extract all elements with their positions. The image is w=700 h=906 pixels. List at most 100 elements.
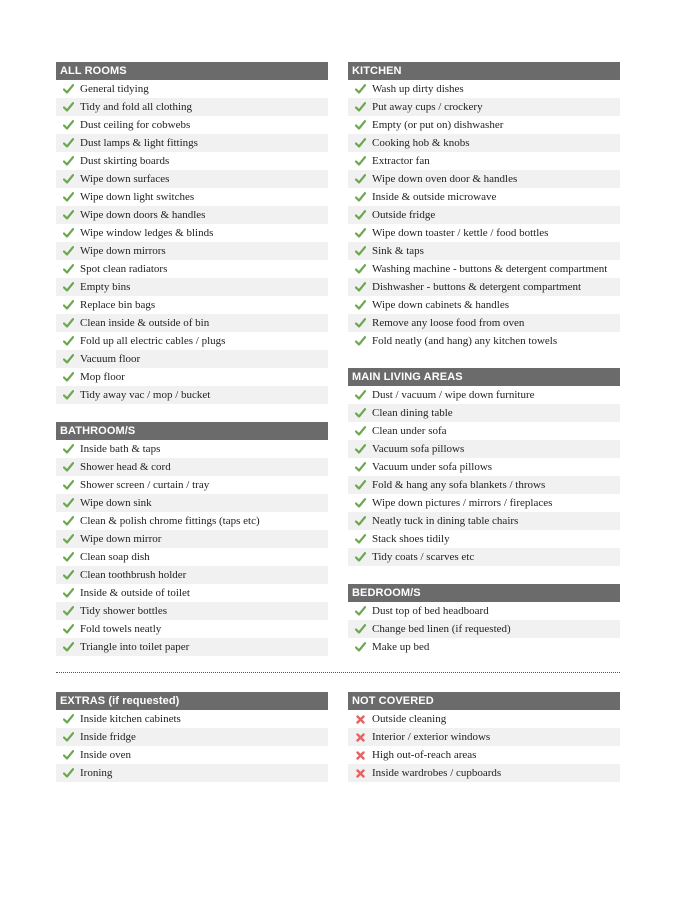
item-label: Wipe down surfaces <box>80 173 170 185</box>
list-item: Empty bins <box>56 278 328 296</box>
checkmark-icon <box>56 300 80 310</box>
list-item: Fold neatly (and hang) any kitchen towel… <box>348 332 620 350</box>
checkmark-icon <box>56 714 80 724</box>
list-item: Inside oven <box>56 746 328 764</box>
list-item: Wipe down light switches <box>56 188 328 206</box>
checkmark-icon <box>56 228 80 238</box>
section-not-covered: NOT COVERED Outside cleaning Interior / ex… <box>348 692 620 782</box>
section-bathroom-s: BATHROOM/S Inside bath & taps Shower head … <box>56 422 328 656</box>
left-column: ALL ROOMS General tidying Tidy and fold al… <box>56 62 328 674</box>
checkmark-icon <box>348 606 372 616</box>
list-item: Extractor fan <box>348 152 620 170</box>
checkmark-icon <box>348 84 372 94</box>
checkmark-icon <box>348 426 372 436</box>
item-label: Interior / exterior windows <box>372 731 491 743</box>
item-label: Wash up dirty dishes <box>372 83 464 95</box>
list-item: Vacuum sofa pillows <box>348 440 620 458</box>
checkmark-icon <box>56 462 80 472</box>
item-label: Dust / vacuum / wipe down furniture <box>372 389 535 401</box>
item-label: Wipe down mirrors <box>80 245 166 257</box>
item-label: Extractor fan <box>372 155 430 167</box>
list-item: Wipe down mirror <box>56 530 328 548</box>
checkmark-icon <box>348 480 372 490</box>
checkmark-icon <box>56 768 80 778</box>
list-item: Sink & taps <box>348 242 620 260</box>
checkmark-icon <box>348 318 372 328</box>
item-label: Wipe down pictures / mirrors / fireplace… <box>372 497 553 509</box>
bottom-left-column: EXTRAS (if requested) Inside kitchen cabi… <box>56 692 328 800</box>
list-item: Inside bath & taps <box>56 440 328 458</box>
checkmark-icon <box>348 516 372 526</box>
checkmark-icon <box>56 552 80 562</box>
item-label: Tidy shower bottles <box>80 605 167 617</box>
item-label: Tidy and fold all clothing <box>80 101 193 113</box>
checkmark-icon <box>348 174 372 184</box>
cross-icon <box>348 732 372 742</box>
checkmark-icon <box>56 120 80 130</box>
list-item: Spot clean radiators <box>56 260 328 278</box>
list-item: Washing machine - buttons & detergent co… <box>348 260 620 278</box>
section-header: ALL ROOMS <box>56 62 328 80</box>
item-label: Clean & polish chrome fittings (taps etc… <box>80 515 260 527</box>
section-bedroom-s: BEDROOM/S Dust top of bed headboard Change… <box>348 584 620 656</box>
checkmark-icon <box>348 120 372 130</box>
list-item: Inside wardrobes / cupboards <box>348 764 620 782</box>
checkmark-icon <box>56 750 80 760</box>
item-label: High out-of-reach areas <box>372 749 477 761</box>
list-item: Wash up dirty dishes <box>348 80 620 98</box>
list-item: Tidy coats / scarves etc <box>348 548 620 566</box>
checkmark-icon <box>56 498 80 508</box>
item-label: Neatly tuck in dining table chairs <box>372 515 519 527</box>
item-label: Change bed linen (if requested) <box>372 623 511 635</box>
checkmark-icon <box>348 300 372 310</box>
item-label: Outside fridge <box>372 209 436 221</box>
item-label: Clean inside & outside of bin <box>80 317 210 329</box>
item-label: Wipe down light switches <box>80 191 195 203</box>
item-label: Spot clean radiators <box>80 263 168 275</box>
list-item: Inside & outside of toilet <box>56 584 328 602</box>
checkmark-icon <box>56 102 80 112</box>
checkmark-icon <box>56 282 80 292</box>
checkmark-icon <box>348 282 372 292</box>
list-item: Vacuum floor <box>56 350 328 368</box>
list-item: Cooking hob & knobs <box>348 134 620 152</box>
list-item: Wipe down pictures / mirrors / fireplace… <box>348 494 620 512</box>
item-label: Put away cups / crockery <box>372 101 483 113</box>
item-label: Mop floor <box>80 371 125 383</box>
list-item: Dust top of bed headboard <box>348 602 620 620</box>
section-header: BATHROOM/S <box>56 422 328 440</box>
item-label: Shower screen / curtain / tray <box>80 479 210 491</box>
cross-icon <box>348 714 372 724</box>
checkmark-icon <box>56 174 80 184</box>
list-item: Interior / exterior windows <box>348 728 620 746</box>
item-label: Clean toothbrush holder <box>80 569 187 581</box>
checkmark-icon <box>56 624 80 634</box>
list-item: Wipe down surfaces <box>56 170 328 188</box>
list-item: Fold towels neatly <box>56 620 328 638</box>
list-item: Mop floor <box>56 368 328 386</box>
item-label: Clean under sofa <box>372 425 447 437</box>
item-label: Dust lamps & light fittings <box>80 137 198 149</box>
checkmark-icon <box>348 462 372 472</box>
cross-icon <box>348 750 372 760</box>
checkmark-icon <box>348 156 372 166</box>
item-label: Replace bin bags <box>80 299 156 311</box>
list-item: Vacuum under sofa pillows <box>348 458 620 476</box>
checkmark-icon <box>348 264 372 274</box>
item-label: Wipe down oven door & handles <box>372 173 518 185</box>
checkmark-icon <box>348 246 372 256</box>
list-item: Neatly tuck in dining table chairs <box>348 512 620 530</box>
section-all-rooms: ALL ROOMS General tidying Tidy and fold al… <box>56 62 328 404</box>
checkmark-icon <box>348 408 372 418</box>
item-label: Dishwasher - buttons & detergent compart… <box>372 281 582 293</box>
item-label: Wipe window ledges & blinds <box>80 227 214 239</box>
item-label: Inside & outside of toilet <box>80 587 190 599</box>
list-item: Tidy away vac / mop / bucket <box>56 386 328 404</box>
checkmark-icon <box>348 624 372 634</box>
list-item: Change bed linen (if requested) <box>348 620 620 638</box>
checkmark-icon <box>56 318 80 328</box>
list-item: Triangle into toilet paper <box>56 638 328 656</box>
section-extras-if-requested: EXTRAS (if requested) Inside kitchen cabi… <box>56 692 328 782</box>
section-header: EXTRAS (if requested) <box>56 692 328 710</box>
list-item: Stack shoes tidily <box>348 530 620 548</box>
